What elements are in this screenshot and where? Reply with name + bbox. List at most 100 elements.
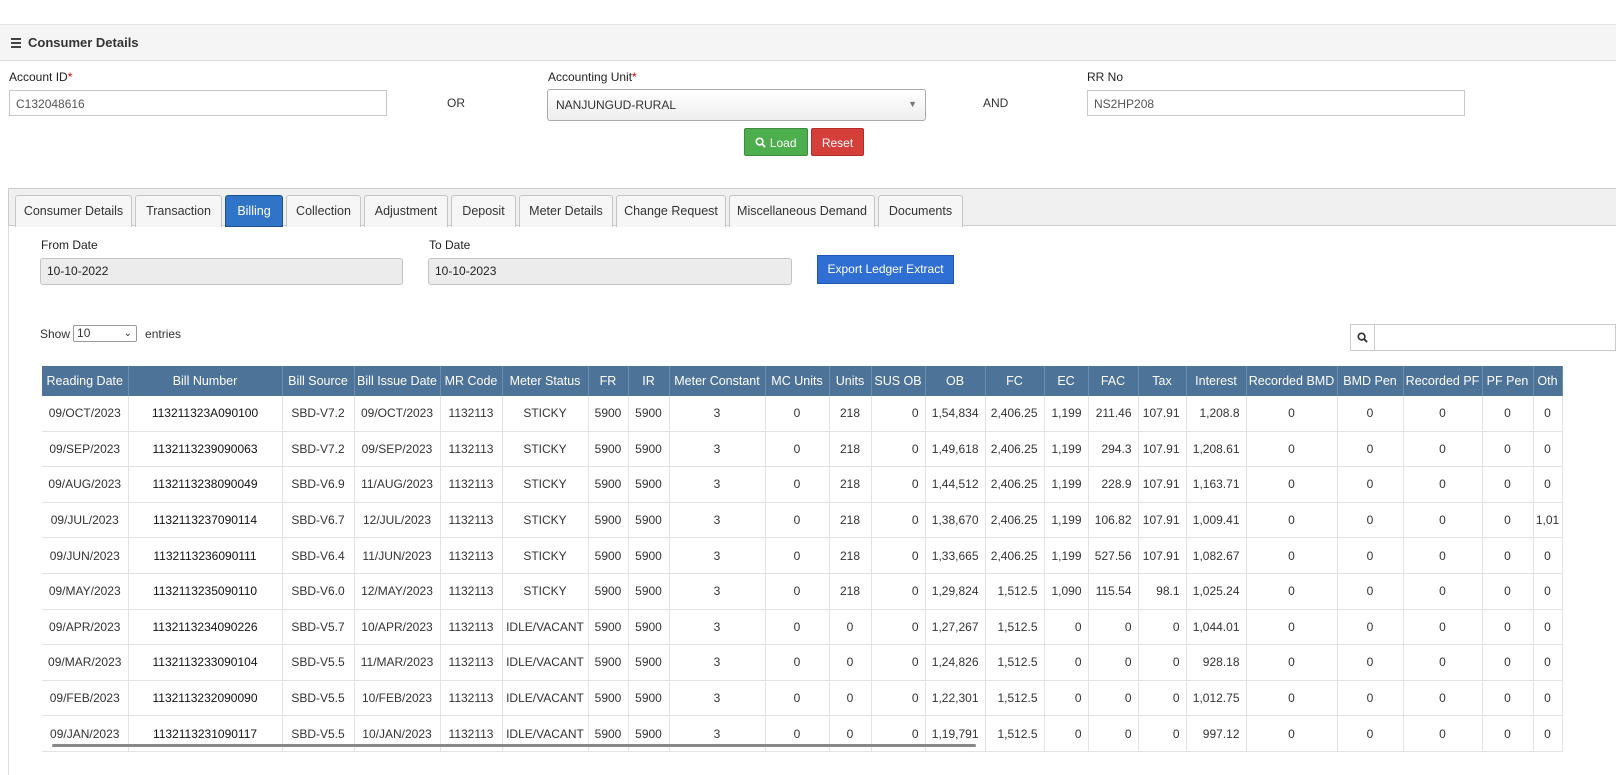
column-header[interactable]: EC	[1044, 366, 1089, 396]
tab-deposit[interactable]: Deposit	[451, 195, 516, 227]
tab-miscellaneous-demand[interactable]: Miscellaneous Demand	[729, 195, 875, 227]
column-header[interactable]: Tax	[1138, 366, 1187, 396]
column-header[interactable]: MR Code	[440, 366, 503, 396]
table-cell: 09/FEB/2023	[42, 680, 129, 717]
search-input[interactable]	[1375, 325, 1615, 350]
table-cell: 5900	[628, 644, 670, 681]
table-cell: 0	[1246, 680, 1338, 717]
column-header[interactable]: Bill Number	[128, 366, 283, 396]
column-header[interactable]: IR	[628, 366, 670, 396]
column-header[interactable]: Recorded BMD	[1246, 366, 1338, 396]
table-cell: 1,208.61	[1186, 431, 1247, 468]
table-cell: 1,208.8	[1186, 396, 1247, 432]
accounting-unit-select[interactable]: NANJUNGUD-RURAL ▼	[547, 89, 926, 121]
table-cell: SBD-V7.2	[282, 396, 355, 432]
rr-no-input[interactable]: NS2HP208	[1087, 90, 1465, 116]
column-header[interactable]: Meter Status	[502, 366, 589, 396]
table-cell: 997.12	[1186, 715, 1247, 752]
table-cell: IDLE/VACANT	[502, 680, 589, 717]
table-cell: 1,29,824	[925, 573, 986, 610]
table-row[interactable]: 09/MAY/2023 1132113235090110 SBD-V6.0 12/MA…	[42, 573, 1563, 610]
table-cell: 1132113	[440, 573, 503, 610]
table-cell: 0	[1044, 609, 1089, 646]
tab-billing[interactable]: Billing	[225, 195, 283, 227]
column-header[interactable]: Oth	[1533, 366, 1563, 396]
column-header[interactable]: OB	[925, 366, 986, 396]
table-row[interactable]: 09/AUG/2023 1132113238090049 SBD-V6.9 11/AU…	[42, 466, 1563, 503]
table-cell: 0	[829, 680, 872, 717]
table-row[interactable]: 09/JUL/2023 1132113237090114 SBD-V6.7 12/JU…	[42, 502, 1563, 539]
column-header[interactable]: BMD Pen	[1337, 366, 1404, 396]
export-ledger-button[interactable]: Export Ledger Extract	[817, 255, 954, 284]
table-cell: 2,406.25	[985, 396, 1045, 432]
table-cell: 1,512.5	[985, 609, 1045, 646]
table-cell: 09/JUL/2023	[42, 502, 129, 539]
column-header[interactable]: Interest	[1186, 366, 1247, 396]
to-date-input[interactable]: 10-10-2023	[428, 258, 792, 285]
table-cell: 09/SEP/2023	[42, 431, 129, 468]
or-text: OR	[447, 96, 465, 110]
account-id-input[interactable]: C132048616	[9, 90, 387, 116]
tab-documents[interactable]: Documents	[878, 195, 963, 227]
search-icon	[755, 137, 767, 148]
tab-adjustment[interactable]: Adjustment	[364, 195, 448, 227]
tab-consumer-details[interactable]: Consumer Details	[15, 195, 132, 227]
table-cell: 1132113238090049	[128, 466, 283, 503]
table-cell: 1,38,670	[925, 502, 986, 539]
column-header[interactable]: Reading Date	[42, 366, 129, 396]
column-header[interactable]: PF Pen	[1482, 366, 1534, 396]
table-cell: 0	[1337, 537, 1404, 574]
table-cell: 1132113235090110	[128, 573, 283, 610]
column-header[interactable]: Units	[829, 366, 872, 396]
table-row[interactable]: 09/JUN/2023 1132113236090111 SBD-V6.4 11/JU…	[42, 537, 1563, 574]
column-header[interactable]: SUS OB	[871, 366, 926, 396]
table-cell: 5900	[628, 609, 670, 646]
table-cell: 10/APR/2023	[354, 609, 441, 646]
column-header[interactable]: FR	[588, 366, 629, 396]
tab-transaction[interactable]: Transaction	[135, 195, 222, 227]
table-cell: 1,090	[1044, 573, 1089, 610]
table-cell: 0	[1403, 680, 1483, 717]
column-header[interactable]: Recorded PF	[1403, 366, 1483, 396]
table-row[interactable]: 09/FEB/2023 1132113232090090 SBD-V5.5 10/FE…	[42, 680, 1563, 717]
tab-meter-details[interactable]: Meter Details	[519, 195, 613, 227]
column-header[interactable]: Meter Constant	[669, 366, 766, 396]
column-header[interactable]: Bill Issue Date	[354, 366, 441, 396]
table-cell: 0	[1246, 431, 1338, 468]
table-cell: 0	[765, 609, 830, 646]
table-cell: 0	[871, 431, 926, 468]
table-cell: 218	[829, 537, 872, 574]
table-cell: 5900	[588, 680, 629, 717]
tab-change-request[interactable]: Change Request	[616, 195, 726, 227]
table-cell: 0	[1533, 644, 1563, 681]
table-cell: 0	[765, 396, 830, 432]
reset-button[interactable]: Reset	[811, 128, 864, 156]
page-size-select[interactable]: 10 ⌄	[73, 325, 138, 342]
accounting-unit-label: Accounting Unit*	[548, 70, 637, 84]
table-cell: 2,406.25	[985, 466, 1045, 503]
load-button[interactable]: Load	[744, 128, 808, 156]
hamburger-icon[interactable]	[11, 37, 21, 48]
table-row[interactable]: 09/SEP/2023 1132113239090063 SBD-V7.2 09/SE…	[42, 431, 1563, 468]
table-cell: 09/APR/2023	[42, 609, 129, 646]
column-header[interactable]: FAC	[1088, 366, 1139, 396]
table-row[interactable]: 09/OCT/2023 113211323A090100 SBD-V7.2 09/OC…	[42, 396, 1563, 432]
table-row[interactable]: 09/APR/2023 1132113234090226 SBD-V5.7 10/AP…	[42, 609, 1563, 646]
column-header[interactable]: Bill Source	[282, 366, 355, 396]
table-cell: SBD-V5.7	[282, 609, 355, 646]
table-cell: 0	[1403, 502, 1483, 539]
table-cell: 113211323A090100	[128, 396, 283, 432]
table-cell: 0	[1482, 537, 1534, 574]
column-header[interactable]: MC Units	[765, 366, 830, 396]
horizontal-scrollbar[interactable]	[52, 744, 976, 747]
table-cell: 0	[1337, 466, 1404, 503]
from-date-input[interactable]: 10-10-2022	[40, 258, 403, 285]
table-cell: IDLE/VACANT	[502, 609, 589, 646]
table-row[interactable]: 09/MAR/2023 1132113233090104 SBD-V5.5 11/MA…	[42, 644, 1563, 681]
tab-collection[interactable]: Collection	[286, 195, 361, 227]
table-cell: 0	[765, 680, 830, 717]
table-cell: 1,54,834	[925, 396, 986, 432]
table-cell: 0	[871, 573, 926, 610]
column-header[interactable]: FC	[985, 366, 1045, 396]
table-cell: 0	[1482, 502, 1534, 539]
